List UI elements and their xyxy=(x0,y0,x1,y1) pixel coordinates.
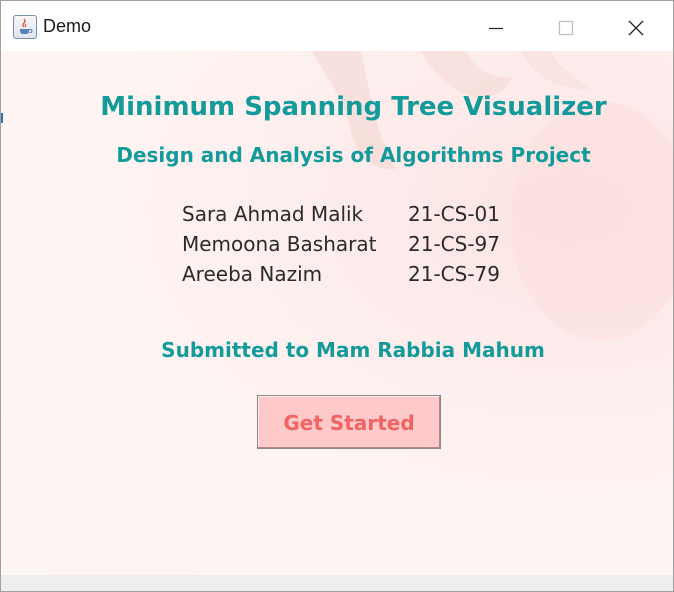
main-panel: Minimum Spanning Tree Visualizer Design … xyxy=(1,51,673,575)
close-icon xyxy=(628,20,644,36)
page-subtitle: Design and Analysis of Algorithms Projec… xyxy=(116,143,591,167)
close-button[interactable] xyxy=(601,1,671,51)
submitted-to-label: Submitted to Mam Rabbia Mahum xyxy=(161,338,545,362)
minimize-button[interactable] xyxy=(461,1,531,51)
background-decoration xyxy=(1,51,673,575)
maximize-icon xyxy=(558,20,574,36)
member-id: 21-CS-79 xyxy=(408,262,500,286)
get-started-button[interactable]: Get Started xyxy=(257,395,441,449)
member-name: Sara Ahmad Malik xyxy=(182,202,364,226)
java-app-icon[interactable] xyxy=(13,15,37,39)
app-window: Demo Minimum Spanning Tree Visualizer De… xyxy=(0,0,674,592)
list-item: Sara Ahmad Malik 21-CS-01 xyxy=(182,201,500,231)
window-bottom-border xyxy=(1,575,673,591)
team-members-list: Sara Ahmad Malik 21-CS-01 Memoona Bashara… xyxy=(182,201,500,291)
maximize-button[interactable] xyxy=(531,1,601,51)
member-id: 21-CS-01 xyxy=(408,202,500,226)
member-id: 21-CS-97 xyxy=(408,232,500,256)
title-bar[interactable]: Demo xyxy=(1,1,673,51)
list-item: Areeba Nazim 21-CS-79 xyxy=(182,261,500,291)
member-name: Memoona Basharat xyxy=(182,232,377,256)
list-item: Memoona Basharat 21-CS-97 xyxy=(182,231,500,261)
window-title: Demo xyxy=(43,16,92,36)
minimize-icon xyxy=(489,27,503,30)
page-title: Minimum Spanning Tree Visualizer xyxy=(100,92,607,122)
member-name: Areeba Nazim xyxy=(182,262,323,286)
